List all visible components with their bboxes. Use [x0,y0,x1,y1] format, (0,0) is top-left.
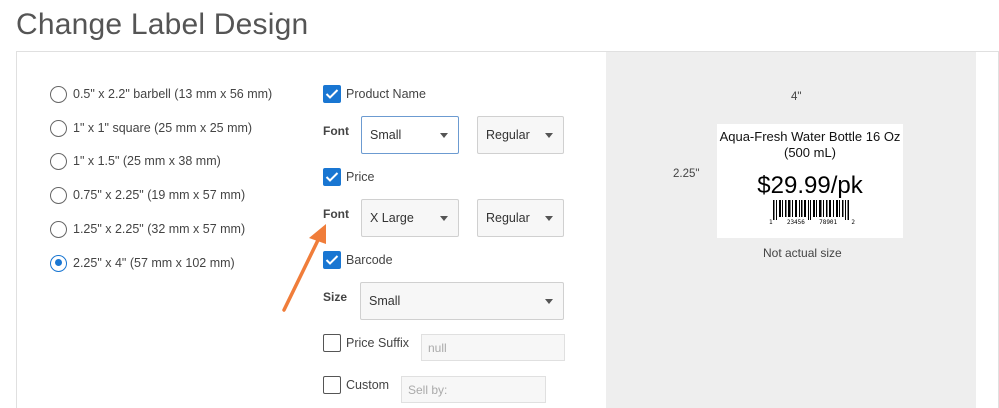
price-checkbox[interactable] [323,168,341,186]
size-option-1.25x2.25[interactable]: 1.25" x 2.25" (32 mm x 57 mm) [50,219,245,239]
barcode-icon [773,200,849,220]
select-value: X Large [370,211,414,225]
chevron-down-icon [440,216,448,221]
radio-button[interactable] [50,152,67,170]
size-option-label: 1" x 1" square (25 mm x 25 mm) [73,121,253,135]
size-option-0.75x2.25[interactable]: 0.75" x 2.25" (19 mm x 57 mm) [50,185,245,205]
preview-product-name-line2: (500 mL) [783,145,837,160]
custom-text-input[interactable]: Sell by: [401,376,546,403]
select-value: Regular [486,128,530,142]
chevron-down-icon [440,133,448,138]
price-suffix-checkbox-row[interactable]: Price Suffix [323,333,409,353]
barcode-digit-group: 2 [851,219,855,226]
select-value: Small [370,128,402,142]
select-value: Regular [486,211,530,225]
product-name-checkbox-row[interactable]: Product Name [323,84,426,104]
label-preview: Aqua-Fresh Water Bottle 16 Oz (500 mL) $… [717,124,903,238]
price-checkbox-row[interactable]: Price [323,167,374,187]
barcode-digits: 1 23456 78901 2 [769,219,855,226]
price-suffix-label: Price Suffix [346,336,409,350]
product-name-checkbox[interactable] [323,85,341,103]
product-name-label: Product Name [346,87,426,101]
radio-button-selected[interactable] [50,254,67,272]
size-option-label: 0.75" x 2.25" (19 mm x 57 mm) [73,188,246,202]
price-suffix-checkbox[interactable] [323,334,341,352]
radio-button[interactable] [50,119,67,137]
price-suffix-input[interactable]: null [421,334,565,361]
price-font-size-select[interactable]: X Large [361,199,459,237]
barcode-checkbox-row[interactable]: Barcode [323,250,393,270]
product-name-font-weight-select[interactable]: Regular [477,116,564,154]
barcode-label: Barcode [346,253,393,267]
barcode-digit-group: 78901 [819,219,838,226]
preview-product-name: Aqua-Fresh Water Bottle 16 Oz (500 mL) [717,129,903,161]
custom-label: Custom [346,378,390,392]
preview-width-label: 4" [791,91,802,103]
size-option-barbell[interactable]: 0.5" x 2.2" barbell (13 mm x 56 mm) [50,84,272,104]
select-value: Small [369,294,401,308]
product-name-font-size-select[interactable]: Small [361,116,459,154]
barcode-digit-group: 1 [769,219,773,226]
radio-button[interactable] [50,186,67,204]
chevron-down-icon [545,299,553,304]
size-option-label: 2.25" x 4" (57 mm x 102 mm) [73,256,235,270]
chevron-down-icon [545,133,553,138]
not-actual-size-note: Not actual size [763,246,842,260]
custom-checkbox[interactable] [323,376,341,394]
barcode-digit-group: 23456 [786,219,805,226]
price-label: Price [346,170,375,184]
page-title: Change Label Design [16,8,309,41]
size-option-square[interactable]: 1" x 1" square (25 mm x 25 mm) [50,118,252,138]
size-option-label: 0.5" x 2.2" barbell (13 mm x 56 mm) [73,87,273,101]
barcode-size-select[interactable]: Small [360,282,564,320]
size-option-1x1.5[interactable]: 1" x 1.5" (25 mm x 38 mm) [50,151,221,171]
radio-button[interactable] [50,85,67,103]
preview-price: $29.99/pk [757,172,863,199]
size-option-2.25x4[interactable]: 2.25" x 4" (57 mm x 102 mm) [50,253,235,273]
price-font-weight-select[interactable]: Regular [477,199,564,237]
radio-button[interactable] [50,220,67,238]
checkmark-icon [325,172,339,182]
preview-product-name-line1: Aqua-Fresh Water Bottle 16 Oz [719,129,901,144]
size-option-label: 1.25" x 2.25" (32 mm x 57 mm) [73,222,246,236]
product-name-font-label: Font [323,124,349,138]
chevron-down-icon [545,216,553,221]
preview-height-label: 2.25" [673,168,700,180]
size-option-label: 1" x 1.5" (25 mm x 38 mm) [73,154,221,168]
annotation-arrow-icon [282,224,326,312]
checkmark-icon [325,89,339,99]
price-font-label: Font [323,207,349,221]
custom-checkbox-row[interactable]: Custom [323,375,389,395]
